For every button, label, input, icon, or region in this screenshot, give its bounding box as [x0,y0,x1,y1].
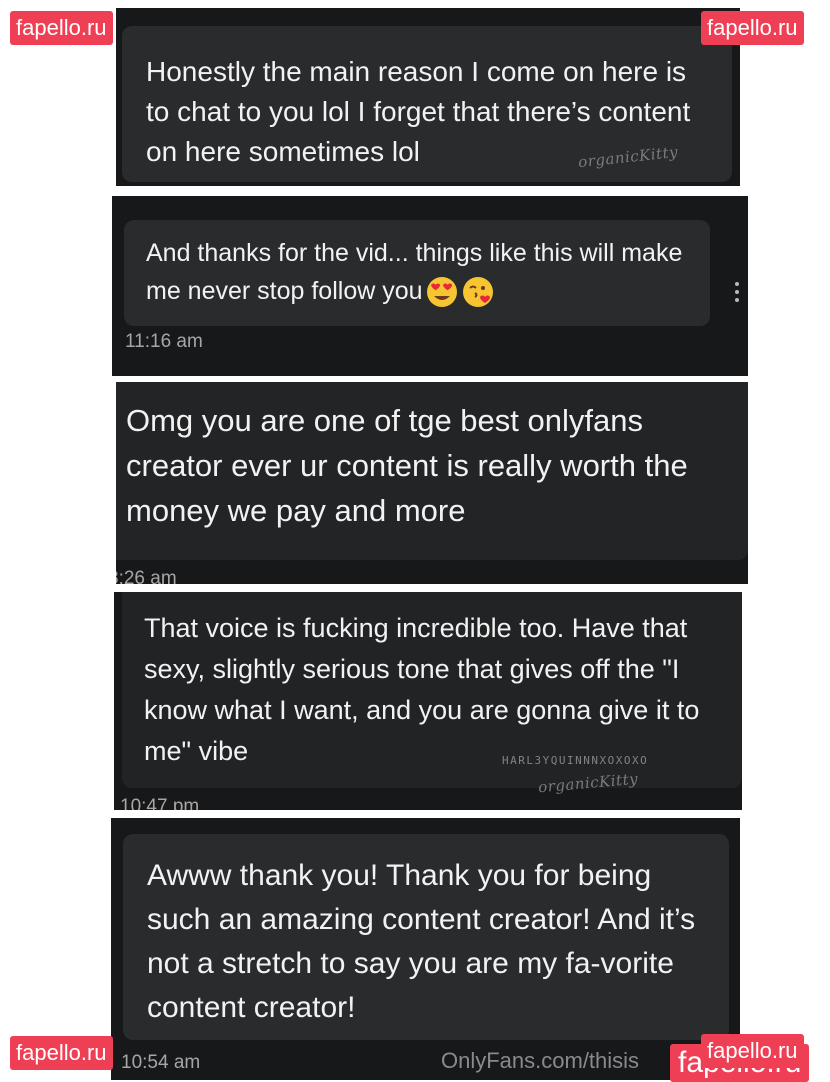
message-bubble-4[interactable]: That voice is fucking incredible too. Ha… [122,592,742,788]
kissing-heart-emoji [462,277,493,308]
message-bubble-3[interactable]: Omg you are one of tge best onlyfans cre… [116,382,748,560]
more-options-icon[interactable] [734,282,740,306]
fapello-watermark-top-left: fapello.ru [10,11,113,45]
message-text: That voice is fucking incredible too. Ha… [144,613,700,766]
message-timestamp: 10:47 pm [120,796,200,810]
message-panel-1: Honestly the main reason I come on here … [116,8,740,186]
fapello-watermark-bottom-left: fapello.ru [10,1036,113,1070]
message-text: And thanks for the vid... things like th… [146,234,696,310]
message-timestamp: 8:26 am [116,568,177,584]
message-panel-2: And thanks for the vid... things like th… [112,196,748,376]
message-bubble-5[interactable]: Awww thank you! Thank you for being such… [123,834,729,1040]
fapello-watermark-bottom-right-small: fapello.ru [701,1034,804,1068]
message-text-body: And thanks for the vid... things like th… [146,239,683,305]
fapello-watermark-top-right: fapello.ru [701,11,804,45]
message-bubble-2[interactable]: And thanks for the vid... things like th… [124,220,710,326]
message-panel-3: Omg you are one of tge best onlyfans cre… [116,382,748,584]
message-text: Awww thank you! Thank you for being such… [147,859,696,1024]
onlyfans-url: OnlyFans.com/thisis [441,1048,640,1073]
signature-tag: HARL3YQUINNNXOXOXO [502,754,649,767]
message-timestamp: 10:54 am [121,1052,201,1073]
heart-eyes-emoji [426,277,457,308]
message-panel-5: Awww thank you! Thank you for being such… [111,818,740,1080]
message-timestamp: 11:16 am [125,331,203,352]
message-panel-4: That voice is fucking incredible too. Ha… [114,592,742,810]
message-text: Omg you are one of tge best onlyfans cre… [126,403,688,528]
